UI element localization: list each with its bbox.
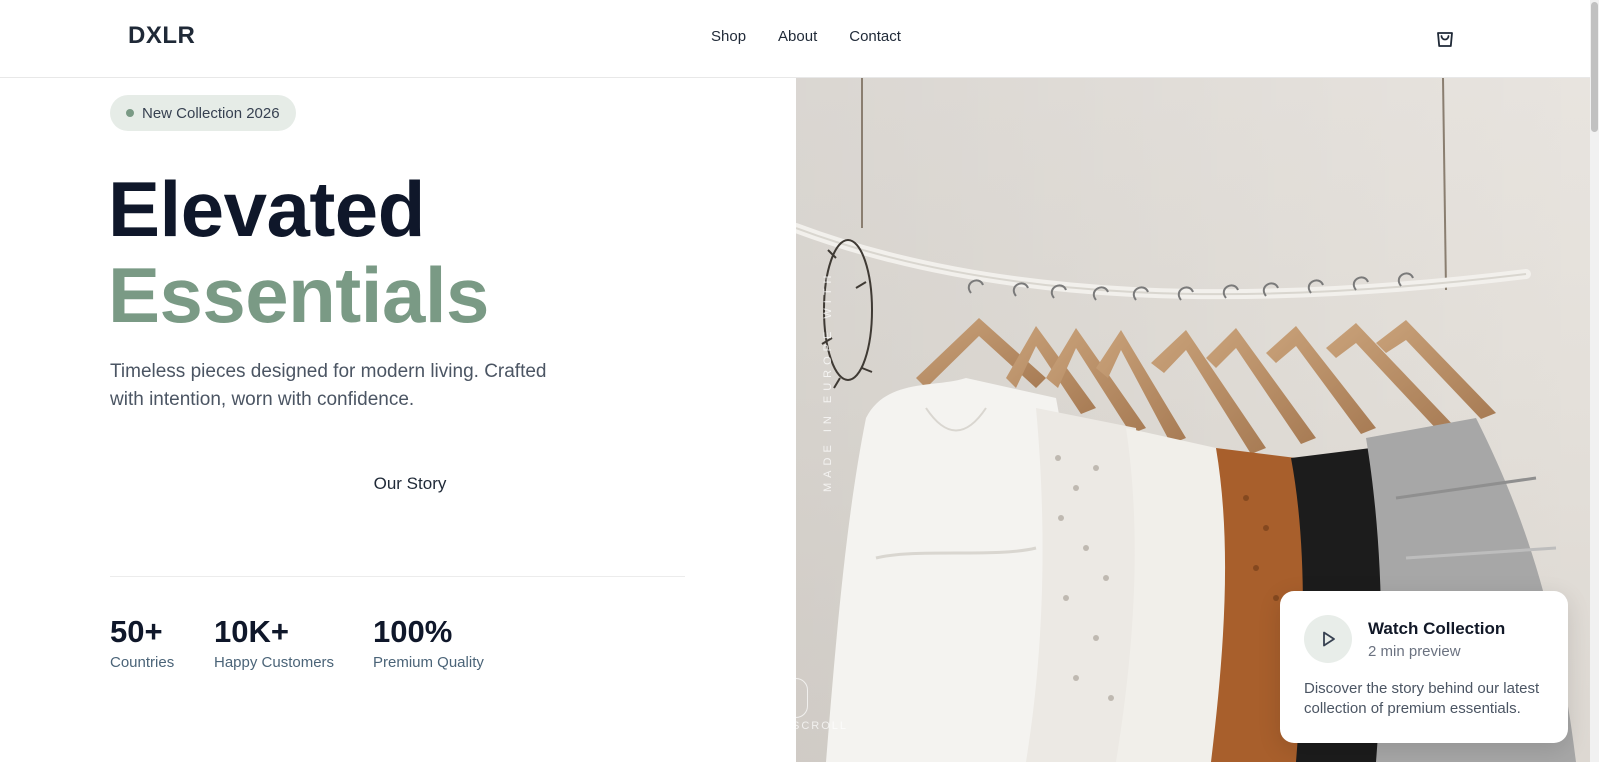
stat-quality: 100% Premium Quality — [373, 614, 484, 671]
page: DXLR Shop About Contact New Collection 2… — [0, 0, 1599, 762]
hero-title-line2: Essentials — [108, 251, 489, 339]
nav-shop[interactable]: Shop — [711, 28, 746, 45]
stat-countries: 50+ Countries — [110, 614, 174, 671]
badge-dot-icon — [126, 109, 134, 117]
logo[interactable]: DXLR — [128, 22, 195, 50]
watch-collection-card[interactable]: Watch Collection 2 min preview Discover … — [1280, 591, 1568, 743]
stat-value: 10K+ — [214, 614, 289, 649]
stat-label: Premium Quality — [373, 654, 484, 671]
card-description: Discover the story behind our latest col… — [1304, 680, 1540, 717]
stat-value: 50+ — [110, 614, 163, 649]
card-title: Watch Collection — [1368, 619, 1506, 638]
nav-about[interactable]: About — [778, 28, 817, 45]
image-vertical-text: MADE IN EUROPE WITH — [822, 270, 834, 492]
hero-subtitle: Timeless pieces designed for modern livi… — [110, 361, 547, 410]
play-icon[interactable] — [1304, 615, 1352, 663]
badge-label: New Collection 2026 — [142, 104, 280, 122]
stats-divider — [110, 576, 685, 577]
stat-customers: 10K+ Happy Customers — [214, 614, 334, 671]
site-header: DXLR Shop About Contact — [0, 0, 1599, 78]
collection-badge: New Collection 2026 — [110, 95, 296, 131]
scrollbar-thumb[interactable] — [1591, 2, 1598, 132]
scroll-label: SCROLL — [792, 720, 849, 732]
stat-value: 100% — [373, 614, 453, 649]
card-subtitle: 2 min preview — [1368, 643, 1461, 660]
our-story-button[interactable]: Our Story — [345, 462, 475, 506]
scroll-mouse-icon — [778, 678, 808, 718]
hero-title-line1: Elevated — [108, 165, 425, 253]
nav-contact[interactable]: Contact — [849, 28, 901, 45]
stat-label: Countries — [110, 654, 175, 671]
main-nav: Shop About Contact — [711, 28, 933, 45]
shopping-bag-icon[interactable] — [1433, 26, 1457, 50]
stat-label: Happy Customers — [214, 654, 335, 671]
page-scrollbar[interactable] — [1590, 0, 1599, 762]
